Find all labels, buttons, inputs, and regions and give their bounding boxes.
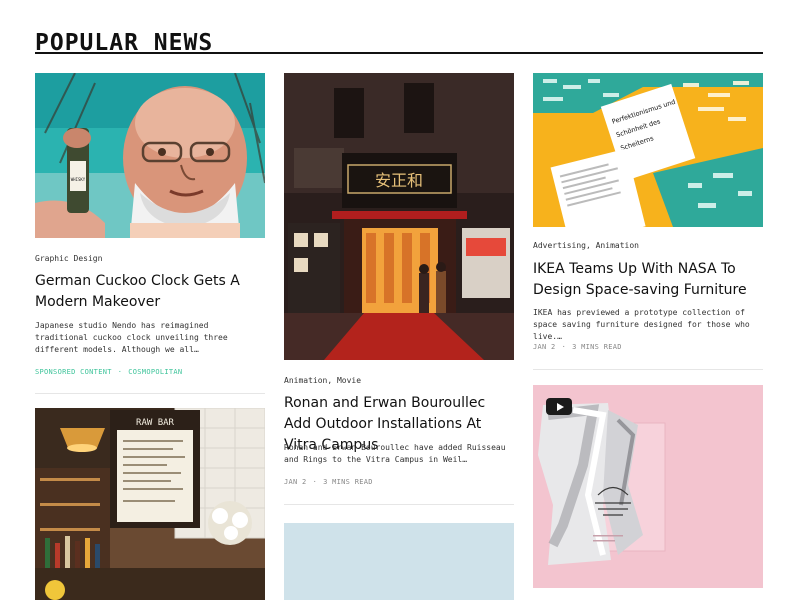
article-excerpt: Ronan and Erwan Bouroullec have added Ru…	[284, 443, 506, 464]
card-divider	[35, 393, 265, 394]
section-rule	[35, 52, 763, 54]
read-time: 3 MINS READ	[323, 478, 373, 486]
card-divider	[284, 504, 514, 505]
article-headline[interactable]: German Cuckoo Clock Gets A Modern Makeov…	[35, 271, 267, 313]
article-category[interactable]: Animation, Movie	[284, 376, 361, 385]
mural-portrait-image[interactable]: WHISKY	[35, 73, 265, 238]
storefront-night-image[interactable]: 安正和	[284, 73, 514, 360]
play-button[interactable]	[546, 398, 572, 415]
article-excerpt: Japanese studio Nendo has reimagined tra…	[35, 321, 228, 354]
raw-bar-sign: RAW BAR	[136, 418, 175, 428]
print-design-image[interactable]: Perfektionismus und Schönheit des Scheit…	[533, 73, 763, 227]
article-category[interactable]: Graphic Design	[35, 254, 102, 263]
article-meta: JAN 2 · 3 MINS READ	[284, 478, 373, 486]
article-headline[interactable]: IKEA Teams Up With NASA To Design Space-…	[533, 259, 765, 301]
article-date: JAN 2	[284, 478, 307, 486]
bottle-label: WHISKY	[71, 177, 86, 182]
card-divider	[533, 369, 763, 370]
article-meta: SPONSORED CONTENT · COSMOPOLITAN	[35, 368, 183, 376]
article-meta: JAN 2 · 3 MINS READ	[533, 343, 622, 351]
article-date: JAN 2	[533, 343, 556, 351]
article-excerpt: IKEA has previewed a prototype collectio…	[533, 308, 750, 341]
play-icon	[556, 402, 564, 411]
read-time: 3 MINS READ	[572, 343, 622, 351]
source-label[interactable]: COSMOPOLITAN	[128, 368, 182, 376]
pink-video-image[interactable]	[533, 385, 763, 588]
raw-bar-image[interactable]: RAW BAR	[35, 408, 265, 600]
sponsored-label[interactable]: SPONSORED CONTENT	[35, 368, 112, 376]
article-category[interactable]: Advertising, Animation	[533, 241, 639, 250]
shop-sign: 安正和	[375, 171, 423, 190]
sky-image[interactable]	[284, 523, 514, 600]
